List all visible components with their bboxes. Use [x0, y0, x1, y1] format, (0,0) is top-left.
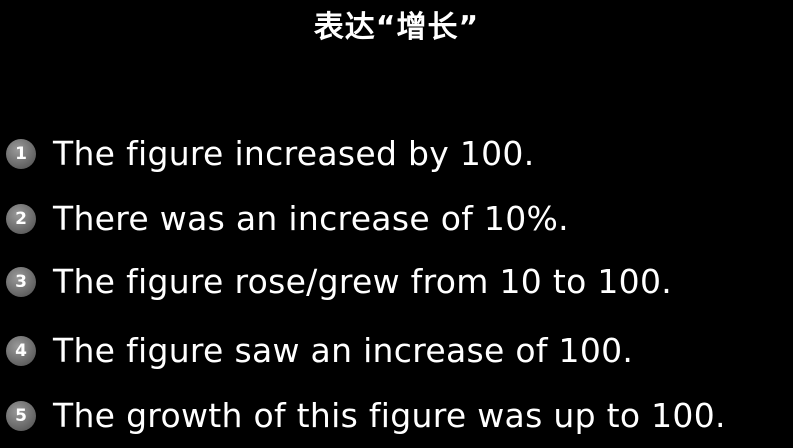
- list-item: 4 The figure saw an increase of 100.: [6, 328, 633, 374]
- list-item-text: There was an increase of 10%.: [53, 199, 569, 238]
- list-item-text: The figure increased by 100.: [53, 134, 535, 173]
- number-badge: 1: [6, 139, 36, 169]
- number-badge: 3: [6, 267, 36, 297]
- list-item: 5 The growth of this figure was up to 10…: [6, 393, 726, 439]
- list-item: 3 The figure rose/grew from 10 to 100.: [6, 259, 672, 305]
- slide: 表达“增长” 1 The figure increased by 100. 2 …: [0, 0, 793, 448]
- list-item: 1 The figure increased by 100.: [6, 131, 535, 177]
- slide-title: 表达“增长”: [313, 10, 480, 45]
- list-item: 2 There was an increase of 10%.: [6, 196, 569, 242]
- list-item-text: The growth of this figure was up to 100.: [53, 396, 726, 435]
- list-item-text: The figure rose/grew from 10 to 100.: [53, 262, 673, 301]
- number-badge: 4: [6, 336, 36, 366]
- number-badge: 5: [6, 401, 36, 431]
- number-badge: 2: [6, 204, 36, 234]
- list-item-text: The figure saw an increase of 100.: [53, 331, 634, 370]
